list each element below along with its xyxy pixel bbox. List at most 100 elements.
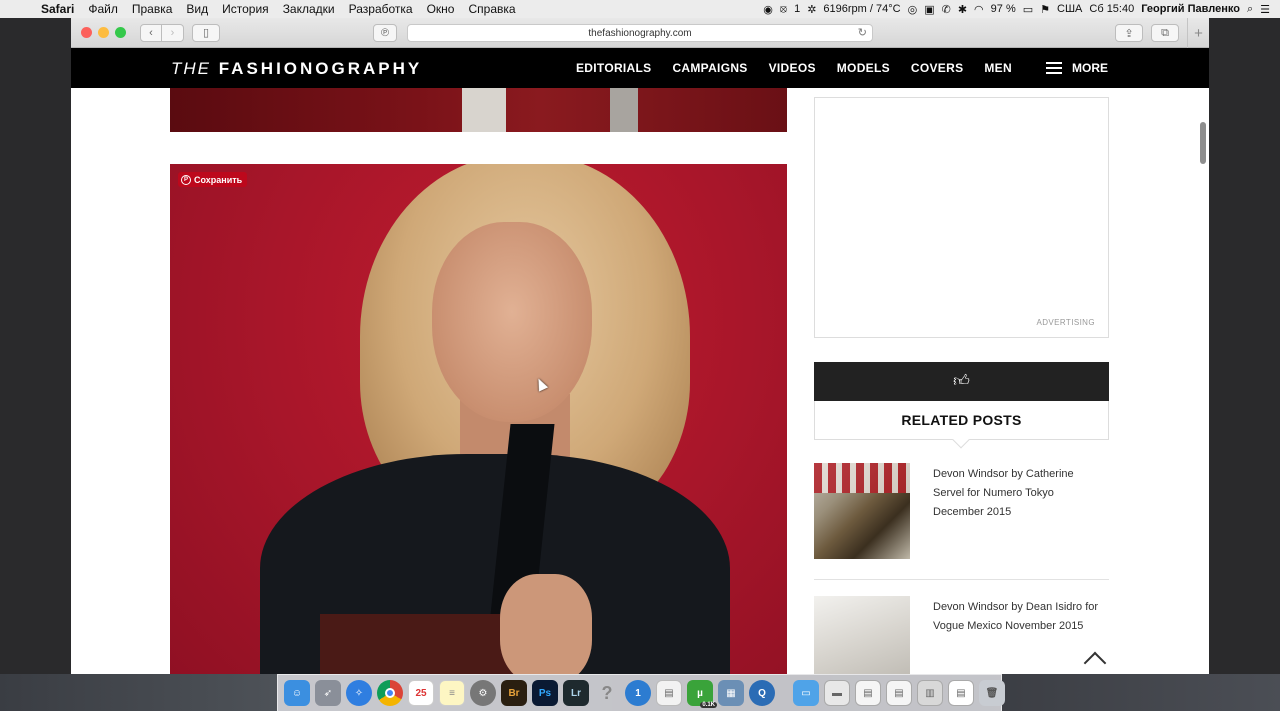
related-post-title[interactable]: Devon Windsor by Dean Isidro for Vogue M…	[933, 598, 1103, 636]
site-logo[interactable]: THE FASHIONOGRAPHY	[171, 59, 422, 79]
share-button[interactable]: ⇪	[1115, 24, 1143, 42]
share-icon: ⇪	[1124, 27, 1134, 40]
notification-center-icon[interactable]: ☰	[1260, 3, 1270, 16]
record-icon[interactable]: ◉	[763, 3, 773, 16]
phone-icon[interactable]: ✆	[942, 3, 951, 16]
file-stack-icon[interactable]: ▤	[886, 680, 912, 706]
onepassword-icon[interactable]: 1	[625, 680, 651, 706]
advertising-slot[interactable]: ADVERTISING	[814, 97, 1109, 338]
input-source[interactable]: США	[1057, 3, 1082, 15]
related-post-title[interactable]: Devon Windsor by Catherine Servel for Nu…	[933, 465, 1103, 522]
bluetooth-icon[interactable]: ✱	[958, 3, 967, 16]
plus-icon: +	[1194, 24, 1203, 42]
menu-window[interactable]: Окно	[420, 2, 462, 16]
minimize-window-button[interactable]	[98, 27, 109, 38]
lightroom-icon[interactable]: Lr	[563, 680, 589, 706]
fan-icon[interactable]: ✲	[807, 3, 816, 16]
clock[interactable]: Сб 15:40	[1089, 3, 1134, 15]
menu-bookmarks[interactable]: Закладки	[276, 2, 342, 16]
address-bar[interactable]: thefashionography.com ↻	[407, 24, 873, 42]
menu-help[interactable]: Справка	[461, 2, 522, 16]
related-post[interactable]: Devon Windsor by Catherine Servel for Nu…	[814, 463, 1109, 580]
nav-models[interactable]: MODELS	[837, 61, 890, 75]
scroll-to-top-button[interactable]	[1084, 648, 1104, 668]
nav-campaigns[interactable]: CAMPAIGNS	[672, 61, 747, 75]
spotlight-icon[interactable]: ⌕	[1247, 3, 1253, 16]
sidebar-icon: ▯	[202, 27, 210, 39]
pinterest-extension-button[interactable]: ℗	[373, 24, 397, 42]
nav-covers[interactable]: COVERS	[911, 61, 963, 75]
screenshot-file-icon[interactable]: ▬	[824, 680, 850, 706]
quicktime-icon[interactable]: Q	[749, 680, 775, 706]
menu-view[interactable]: Вид	[179, 2, 215, 16]
onepassword-label: 1	[635, 687, 641, 699]
safari-icon[interactable]: ✧	[346, 680, 372, 706]
calendar-icon[interactable]: 25	[408, 680, 434, 706]
photoshop-icon[interactable]: Ps	[532, 680, 558, 706]
chrome-icon[interactable]	[377, 680, 403, 706]
system-preferences-icon[interactable]: ⚙	[470, 680, 496, 706]
menu-history[interactable]: История	[215, 2, 276, 16]
utorrent-badge: 0.1K	[700, 702, 717, 708]
utorrent-icon[interactable]: µ 0.1K	[687, 680, 717, 708]
page-scrollbar[interactable]	[1200, 122, 1206, 164]
fan-status[interactable]: 6196rpm / 74°C	[823, 3, 900, 15]
close-window-button[interactable]	[81, 27, 92, 38]
forward-button[interactable]: ›	[162, 23, 184, 42]
launchpad-icon[interactable]: ➶	[315, 680, 341, 706]
related-post-thumbnail[interactable]	[814, 596, 910, 674]
wifi-icon[interactable]: ◠	[974, 3, 984, 16]
file-stack-icon[interactable]: ▤	[948, 680, 974, 706]
status-count: 1	[794, 3, 801, 15]
related-posts-title: RELATED POSTS	[901, 412, 1022, 428]
menu-develop[interactable]: Разработка	[342, 2, 420, 16]
document-icon[interactable]: ▤	[656, 680, 682, 706]
finder-icon[interactable]: ☺	[284, 680, 310, 706]
more-menu-button[interactable]: MORE	[1046, 61, 1108, 75]
file-stack-icon[interactable]: ▥	[917, 680, 943, 706]
file-stack-icon[interactable]: ▤	[855, 680, 881, 706]
pinterest-save-button[interactable]: P Сохранить	[178, 172, 248, 187]
like-button[interactable]: 👍︎	[814, 362, 1109, 401]
photo-detail	[462, 88, 506, 132]
zoom-window-button[interactable]	[115, 27, 126, 38]
reload-icon[interactable]: ↻	[858, 26, 867, 39]
pinterest-icon: ℗	[380, 27, 390, 39]
flag-icon[interactable]: ⚑	[1040, 3, 1050, 16]
notes-icon[interactable]: ≡	[439, 680, 465, 706]
user-name[interactable]: Георгий Павленко	[1141, 3, 1240, 15]
sync-icon[interactable]: ◎	[908, 3, 918, 16]
image-viewer-icon[interactable]: ▦	[718, 680, 744, 706]
related-post-thumbnail[interactable]	[814, 463, 910, 559]
menu-safari[interactable]: Safari	[34, 2, 81, 16]
help-question-icon[interactable]: ?	[594, 680, 620, 706]
safari-window: ‹ › ▯ ℗ thefashionography.com ↻ ⇪ ⧉ + TH…	[71, 18, 1209, 674]
nav-videos[interactable]: VIDEOS	[769, 61, 816, 75]
battery-icon[interactable]: ▭	[1023, 3, 1033, 16]
site-header: THE FASHIONOGRAPHY EDITORIALS CAMPAIGNS …	[71, 48, 1209, 88]
lightroom-label: Lr	[571, 687, 581, 699]
folder-icon[interactable]: ▭	[793, 680, 819, 706]
macos-menu-bar: Safari Файл Правка Вид История Закладки …	[0, 0, 1280, 18]
adobe-icon[interactable]: ⦻	[780, 3, 787, 16]
show-tabs-button[interactable]: ⧉	[1151, 24, 1179, 42]
status-area: ◉ ⦻ 1 ✲ 6196rpm / 74°C ◎ ▣ ✆ ✱ ◠ 97 % ▭ …	[763, 3, 1280, 16]
nav-editorials[interactable]: EDITORIALS	[576, 61, 651, 75]
related-post[interactable]: Devon Windsor by Dean Isidro for Vogue M…	[814, 596, 1109, 674]
back-button[interactable]: ‹	[140, 23, 162, 42]
menu-edit[interactable]: Правка	[125, 2, 180, 16]
bridge-icon[interactable]: Br	[501, 680, 527, 706]
tabs-icon: ⧉	[1161, 26, 1169, 39]
new-tab-button[interactable]: +	[1187, 18, 1209, 48]
thumbs-up-icon: 👍︎	[953, 373, 970, 390]
sidebar-toggle-button[interactable]: ▯	[192, 23, 220, 42]
nav-men[interactable]: MEN	[984, 61, 1012, 75]
battery-percent[interactable]: 97 %	[991, 3, 1016, 15]
menu-file[interactable]: Файл	[81, 2, 125, 16]
related-posts-heading: RELATED POSTS	[814, 401, 1109, 449]
editorial-photo[interactable]: P Сохранить	[170, 164, 787, 674]
window-controls	[81, 27, 126, 38]
bridge-label: Br	[508, 687, 520, 699]
trash-icon[interactable]: 🗑︎	[979, 680, 1005, 706]
screen-icon[interactable]: ▣	[924, 3, 934, 16]
